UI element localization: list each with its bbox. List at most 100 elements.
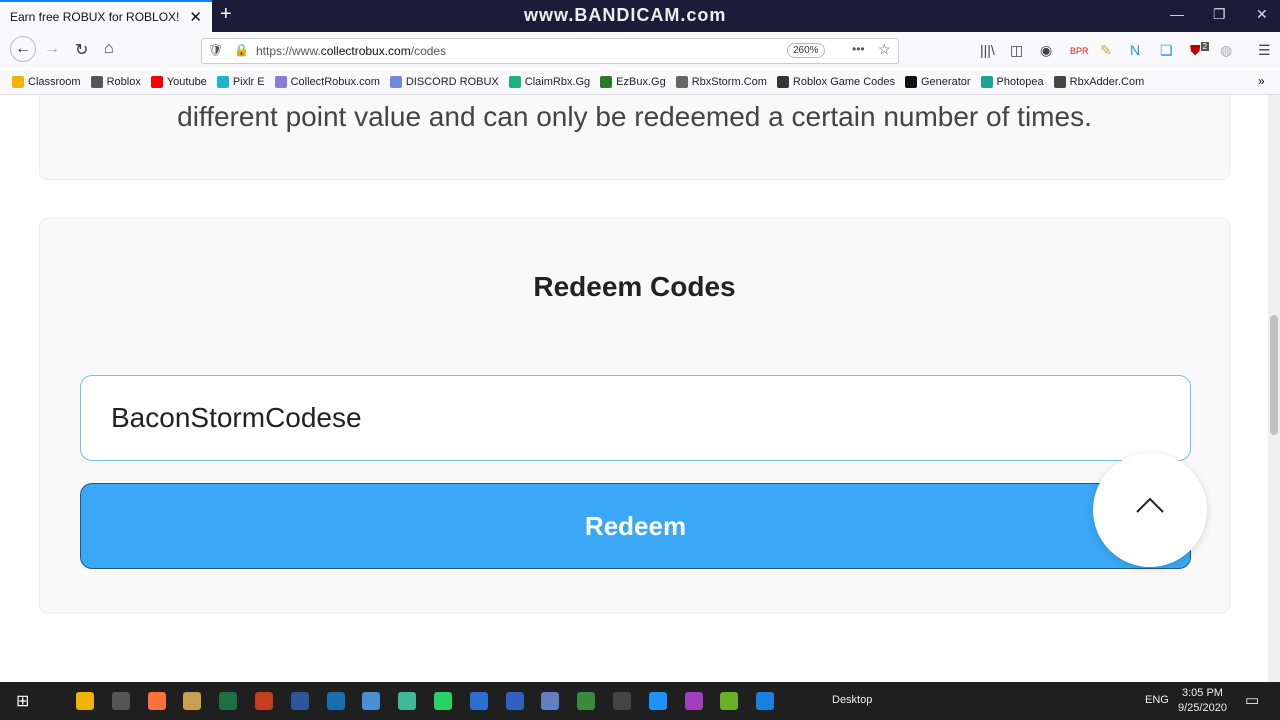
bookmark-item[interactable]: Roblox Game Codes [776, 74, 895, 90]
bookmark-item[interactable]: Generator [905, 74, 971, 90]
language-indicator[interactable]: ENG [1145, 694, 1169, 706]
bookmark-label: CollectRobux.com [290, 76, 380, 88]
redeem-title: Redeem Codes [533, 271, 736, 302]
scrollbar[interactable] [1268, 95, 1280, 682]
bookmark-favicon-icon [90, 76, 103, 88]
taskbar-app-icon[interactable] [255, 692, 273, 710]
extension-icon[interactable]: BPR [1070, 46, 1089, 56]
tab-active[interactable]: Earn free ROBUX for ROBLOX! ✕ [0, 0, 212, 32]
taskbar-app-icon[interactable] [111, 692, 130, 710]
taskbar-app-icon[interactable] [147, 692, 166, 710]
bookmark-favicon-icon [905, 76, 917, 88]
scrollbar-thumb[interactable] [1270, 315, 1278, 435]
taskbar-app-icon[interactable] [76, 692, 94, 710]
taskbar-app-icon[interactable] [326, 692, 345, 710]
shield-icon[interactable]: 🛡 [208, 43, 223, 57]
extension-icon[interactable]: N [1130, 42, 1140, 58]
windows-start-icon[interactable]: ⊞ [16, 691, 29, 711]
extension-badge: 2 [1200, 42, 1209, 52]
bookmark-label: Roblox Game Codes [792, 76, 895, 88]
bookmark-item[interactable]: Youtube [150, 74, 207, 90]
bookmark-label: ClaimRbx.Gg [524, 76, 591, 88]
bookmark-item[interactable]: DISCORD ROBUX [389, 74, 499, 90]
bookmark-item[interactable]: Roblox [90, 74, 141, 90]
bookmark-label: Classroom [28, 76, 81, 88]
taskbar-app-icon[interactable] [577, 692, 596, 710]
notifications-icon[interactable]: ▭ [1245, 691, 1259, 709]
bookmark-label: Generator [921, 76, 971, 88]
taskbar-app-icon[interactable] [469, 692, 488, 710]
bookmark-favicon-icon [1053, 76, 1066, 88]
taskbar-app-icon[interactable] [183, 692, 202, 710]
bookmark-item[interactable]: RbxStorm.Com [675, 74, 767, 90]
taskbar-app-icon[interactable] [505, 692, 524, 710]
taskbar-app-icon[interactable] [720, 692, 739, 710]
url-path: /codes [410, 44, 447, 58]
bookmark-item[interactable]: RbxAdder.Com [1053, 74, 1144, 90]
taskbar-app-icon[interactable] [434, 692, 452, 710]
restore-icon[interactable]: ❐ [1213, 6, 1226, 23]
minimize-icon[interactable]: — [1170, 6, 1184, 22]
recorder-watermark: www.BANDICAM.com [524, 5, 727, 25]
bookmark-favicon-icon [600, 76, 613, 88]
bookmark-item[interactable]: ClaimRbx.Gg [508, 74, 591, 90]
clock-date: 9/25/2020 [1178, 702, 1227, 714]
taskbar-app-icon[interactable] [684, 692, 703, 710]
clock[interactable]: 3:05 PM 9/25/2020 [1178, 686, 1227, 716]
close-window-icon[interactable]: ✕ [1256, 6, 1268, 23]
lock-icon[interactable]: 🔒 [234, 43, 249, 57]
taskbar-app-icon[interactable] [648, 692, 667, 710]
bookmarks-overflow-icon[interactable]: » [1258, 74, 1265, 88]
bookmark-label: Roblox [106, 76, 141, 88]
bookmark-item[interactable]: Pixlr E [216, 74, 265, 90]
more-icon[interactable]: ••• [852, 42, 865, 56]
bookmarks-bar: Classroom Roblox Youtube Pixlr E CollectRobu… [0, 70, 1280, 95]
taskbar-app-icon[interactable] [613, 692, 631, 710]
bookmark-star-icon[interactable]: ☆ [878, 41, 891, 58]
code-input[interactable]: BaconStormCodese [80, 375, 1191, 461]
url-prefix: https://www. [256, 44, 321, 58]
redeem-button[interactable]: Redeem [80, 483, 1191, 569]
bookmark-item[interactable]: Classroom [12, 74, 81, 90]
menu-icon[interactable]: ☰ [1258, 42, 1271, 59]
bookmark-label: DISCORD ROBUX [405, 76, 499, 88]
extension-icon[interactable]: ❏ [1160, 42, 1173, 59]
sidebar-icon[interactable]: ◫ [1010, 42, 1023, 59]
taskbar-app-icon[interactable] [362, 692, 381, 710]
globe-icon[interactable]: ◍ [1220, 42, 1232, 59]
info-card: different point value and can only be re… [39, 95, 1230, 180]
bookmark-favicon-icon [389, 76, 402, 88]
bookmark-item[interactable]: CollectRobux.com [274, 74, 380, 90]
taskbar-app-icon[interactable] [756, 692, 775, 710]
desktop-toolbar[interactable]: Desktop [832, 694, 872, 706]
url-domain: collectrobux.com [320, 44, 411, 58]
bookmark-favicon-icon [150, 76, 163, 88]
scroll-to-top-button[interactable] [1093, 453, 1207, 567]
ublock-icon[interactable]: ⛊ 2 [1190, 42, 1209, 59]
extension-icon[interactable]: ✎ [1100, 42, 1112, 59]
home-icon[interactable]: ⌂ [104, 40, 114, 58]
chevron-up-icon [1136, 497, 1164, 513]
taskbar-app-icon[interactable] [290, 692, 309, 710]
bookmark-favicon-icon [12, 76, 24, 88]
reload-icon[interactable]: ↻ [75, 40, 88, 60]
close-tab-icon[interactable]: ✕ [189, 8, 202, 26]
zoom-level[interactable]: 260% [787, 43, 825, 58]
bookmark-label: Pixlr E [232, 76, 265, 88]
taskbar-app-icon[interactable] [398, 692, 417, 710]
url-bar[interactable]: 🛡 🔒 https://www.collectrobux.com/codes 2… [201, 38, 899, 64]
page-content: different point value and can only be re… [0, 95, 1268, 682]
tab-title: Earn free ROBUX for ROBLOX! [10, 10, 180, 24]
back-icon[interactable]: ← [10, 36, 36, 62]
library-icon[interactable]: |||\ [980, 42, 995, 58]
clock-time: 3:05 PM [1181, 687, 1223, 699]
account-icon[interactable]: ◉ [1040, 42, 1052, 59]
forward-icon[interactable]: → [44, 40, 60, 58]
new-tab-icon[interactable]: + [220, 3, 232, 26]
taskbar-app-icon[interactable] [541, 692, 560, 710]
bookmark-item[interactable]: Photopea [980, 74, 1044, 90]
taskbar-app-icon[interactable] [219, 692, 238, 710]
bookmark-favicon-icon [980, 76, 993, 88]
bookmark-item[interactable]: EzBux.Gg [600, 74, 666, 90]
redeem-card: Redeem Codes BaconStormCodese Redeem [39, 218, 1230, 613]
